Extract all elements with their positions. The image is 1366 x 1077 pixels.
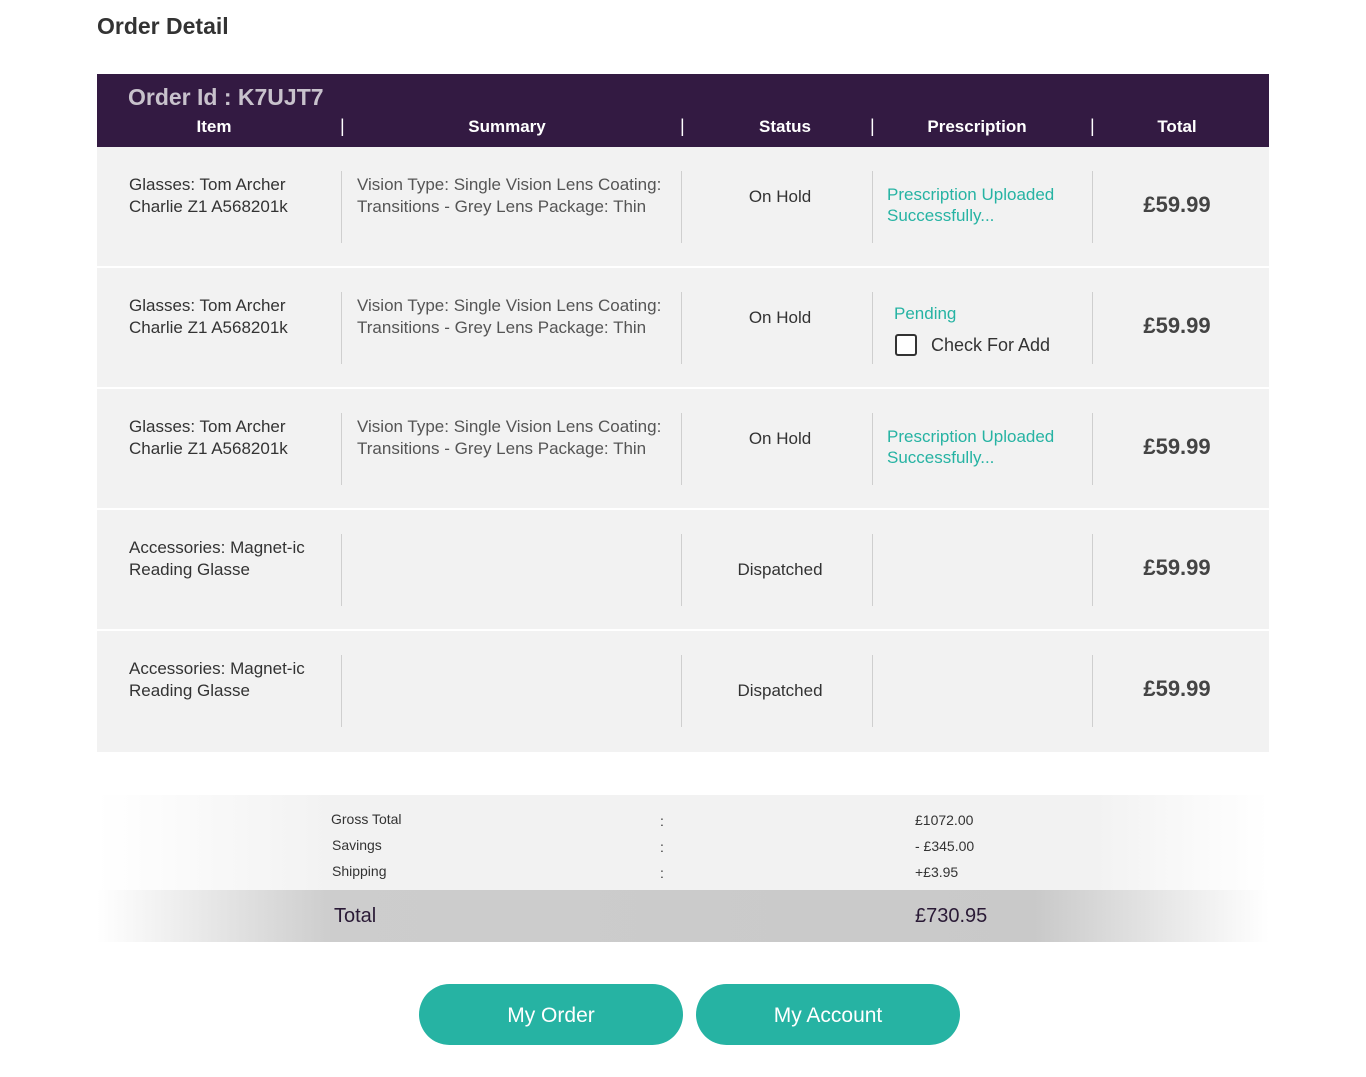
prescription-status xyxy=(887,547,1087,619)
cell-divider xyxy=(872,171,873,243)
my-order-button[interactable]: My Order xyxy=(419,984,683,1045)
cell-divider xyxy=(681,292,682,364)
cell-divider xyxy=(872,655,873,727)
page-title: Order Detail xyxy=(97,13,229,39)
savings-value: - £345.00 xyxy=(915,838,975,854)
grand-total-value: £730.95 xyxy=(915,905,988,927)
check-for-add-toggle[interactable]: Check For Add xyxy=(895,334,1050,356)
table-row: Accessories: Magnet-ic Reading Glasse Di… xyxy=(97,510,1269,631)
gross-total-label: Gross Total xyxy=(331,811,402,827)
cell-divider xyxy=(872,413,873,485)
order-table-header: Order Id : K7UJT7 Item | Summary | Statu… xyxy=(97,74,1269,147)
table-row: Accessories: Magnet-ic Reading Glasse Di… xyxy=(97,631,1269,752)
table-row: Glasses: Tom Archer Charlie Z1 A568201k … xyxy=(97,147,1269,268)
savings-label: Savings xyxy=(332,837,382,853)
cell-divider xyxy=(681,413,682,485)
status-text: Dispatched xyxy=(737,560,823,579)
item-summary: Vision Type: Single Vision Lens Coating:… xyxy=(357,296,662,337)
column-header-total: Total xyxy=(1157,117,1197,136)
cell-divider xyxy=(681,534,682,606)
item-summary: Vision Type: Single Vision Lens Coating:… xyxy=(357,417,662,458)
prescription-status xyxy=(887,668,1087,740)
cell-divider xyxy=(341,292,342,364)
item-total: £59.99 xyxy=(1143,555,1211,580)
gross-total-value: £1072.00 xyxy=(915,812,974,828)
item-summary xyxy=(357,537,675,609)
item-summary: Vision Type: Single Vision Lens Coating:… xyxy=(357,175,662,216)
cell-divider xyxy=(681,655,682,727)
column-divider: | xyxy=(870,116,875,136)
column-header-item: Item xyxy=(196,117,232,136)
grand-total-label: Total xyxy=(334,905,377,927)
cell-divider xyxy=(341,655,342,727)
shipping-value: +£3.95 xyxy=(915,864,959,880)
item-total: £59.99 xyxy=(1143,192,1211,217)
grand-total-band: Total £730.95 xyxy=(97,890,1269,942)
status-text: On Hold xyxy=(748,429,812,448)
item-name: Glasses: Tom Archer Charlie Z1 A568201k xyxy=(129,175,288,216)
cell-divider xyxy=(872,292,873,364)
cell-divider xyxy=(681,171,682,243)
gross-total-separator: : xyxy=(660,813,664,829)
table-row: Glasses: Tom Archer Charlie Z1 A568201k … xyxy=(97,268,1269,389)
column-header-summary: Summary xyxy=(468,117,546,136)
column-header-prescription: Prescription xyxy=(927,117,1027,136)
cell-divider xyxy=(872,534,873,606)
column-header-status: Status xyxy=(759,117,811,136)
prescription-pending-label: Pending xyxy=(894,304,957,323)
order-items-list: Glasses: Tom Archer Charlie Z1 A568201k … xyxy=(97,147,1269,752)
column-divider: | xyxy=(1090,116,1095,136)
cell-divider xyxy=(341,413,342,485)
item-total: £59.99 xyxy=(1143,434,1211,459)
cell-divider xyxy=(341,534,342,606)
my-account-button[interactable]: My Account xyxy=(696,984,960,1045)
shipping-label: Shipping xyxy=(332,863,387,879)
shipping-separator: : xyxy=(660,865,664,881)
item-name: Glasses: Tom Archer Charlie Z1 A568201k xyxy=(129,296,288,337)
item-name: Glasses: Tom Archer Charlie Z1 A568201k xyxy=(129,417,288,458)
order-summary: Gross Total : £1072.00 Savings : - £345.… xyxy=(97,795,1269,942)
prescription-status: Prescription Uploaded Successfully... xyxy=(887,185,1055,225)
item-total: £59.99 xyxy=(1143,313,1211,338)
item-name: Accessories: Magnet-ic Reading Glasse xyxy=(129,659,305,700)
item-summary xyxy=(357,658,675,730)
status-text: Dispatched xyxy=(737,681,823,700)
check-for-add-checkbox[interactable] xyxy=(895,334,917,356)
check-for-add-label[interactable]: Check For Add xyxy=(931,335,1050,356)
column-divider: | xyxy=(340,116,345,136)
column-divider: | xyxy=(680,116,685,136)
order-id: Order Id : K7UJT7 xyxy=(128,84,324,110)
status-text: On Hold xyxy=(748,308,812,327)
prescription-status: Prescription Uploaded Successfully... xyxy=(887,427,1055,467)
item-total: £59.99 xyxy=(1143,676,1211,701)
cell-divider xyxy=(341,171,342,243)
item-name: Accessories: Magnet-ic Reading Glasse xyxy=(129,538,305,579)
savings-separator: : xyxy=(660,839,664,855)
status-text: On Hold xyxy=(748,187,812,206)
table-row: Glasses: Tom Archer Charlie Z1 A568201k … xyxy=(97,389,1269,510)
